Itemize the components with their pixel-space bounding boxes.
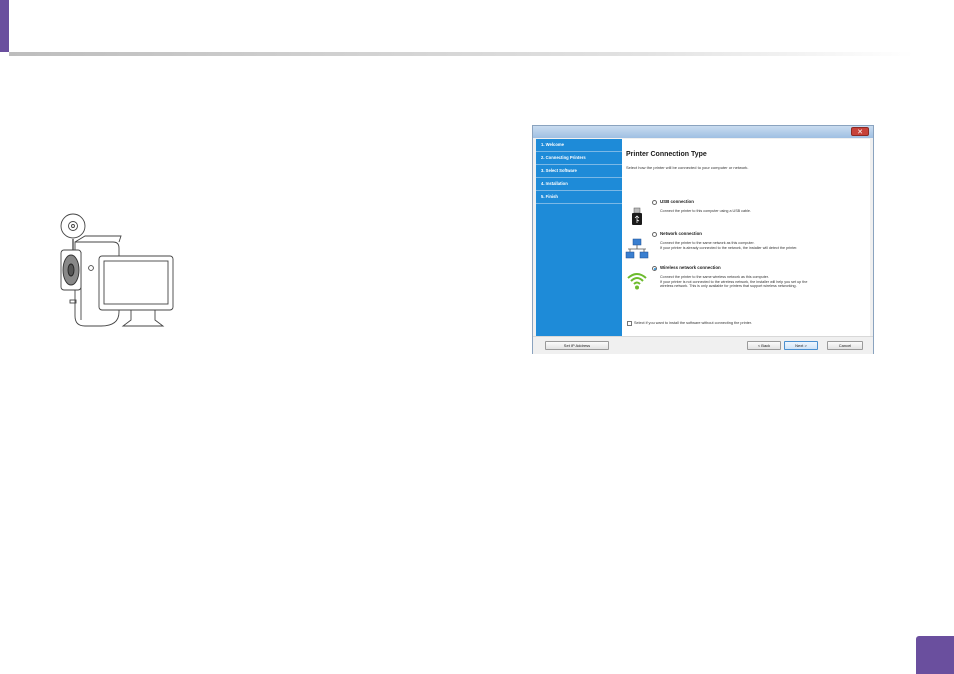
dialog-titlebar: ✕ bbox=[533, 126, 873, 138]
set-ip-address-button[interactable]: Set IP Address bbox=[545, 341, 609, 350]
step-finish: 5. Finish bbox=[536, 191, 622, 204]
dialog-subtitle: Select how the printer will be connected… bbox=[626, 165, 749, 170]
usb-connection-desc: Connect the printer to this computer usi… bbox=[660, 209, 752, 213]
page-number-badge bbox=[916, 636, 954, 674]
network-icon bbox=[625, 238, 649, 259]
insert-cd-illustration bbox=[60, 213, 174, 327]
steps-sidebar: 1. Welcome 2. Connecting Printers 3. Sel… bbox=[536, 139, 622, 336]
next-button[interactable]: Next > bbox=[784, 341, 818, 350]
wireless-connection-desc: Connect the printer to the same wireless… bbox=[660, 275, 808, 289]
network-connection-label: Network connection bbox=[660, 231, 702, 236]
wireless-connection-label: Wireless network connection bbox=[660, 265, 721, 270]
wireless-icon bbox=[627, 273, 647, 290]
step-installation: 4. Installation bbox=[536, 178, 622, 191]
install-without-printer-checkbox[interactable] bbox=[627, 321, 632, 326]
cd-disc-icon bbox=[60, 213, 86, 239]
dialog-title: Printer Connection Type bbox=[626, 151, 707, 158]
installer-dialog: ✕ 1. Welcome 2. Connecting Printers 3. S… bbox=[532, 125, 874, 354]
network-connection-radio[interactable] bbox=[652, 232, 657, 237]
dialog-content: Printer Connection Type Select how the p… bbox=[622, 139, 870, 336]
step-welcome: 1. Welcome bbox=[536, 139, 622, 152]
usb-cable-icon bbox=[632, 207, 642, 225]
step-connecting-printers: 2. Connecting Printers bbox=[536, 152, 622, 165]
step-select-software: 3. Select Software bbox=[536, 165, 622, 178]
usb-connection-radio[interactable] bbox=[652, 200, 657, 205]
header-divider bbox=[9, 52, 914, 56]
wireless-connection-radio[interactable] bbox=[652, 266, 657, 271]
network-connection-desc: Connect the printer to the same network … bbox=[660, 241, 798, 250]
close-button[interactable]: ✕ bbox=[851, 127, 869, 136]
install-without-printer-label: Select if you want to install the softwa… bbox=[634, 321, 752, 325]
section-tab bbox=[0, 0, 9, 52]
usb-connection-label: USB connection bbox=[660, 199, 694, 204]
back-button[interactable]: < Back bbox=[747, 341, 781, 350]
cancel-button[interactable]: Cancel bbox=[827, 341, 863, 350]
dialog-footer: Set IP Address < Back Next > Cancel bbox=[533, 336, 873, 354]
